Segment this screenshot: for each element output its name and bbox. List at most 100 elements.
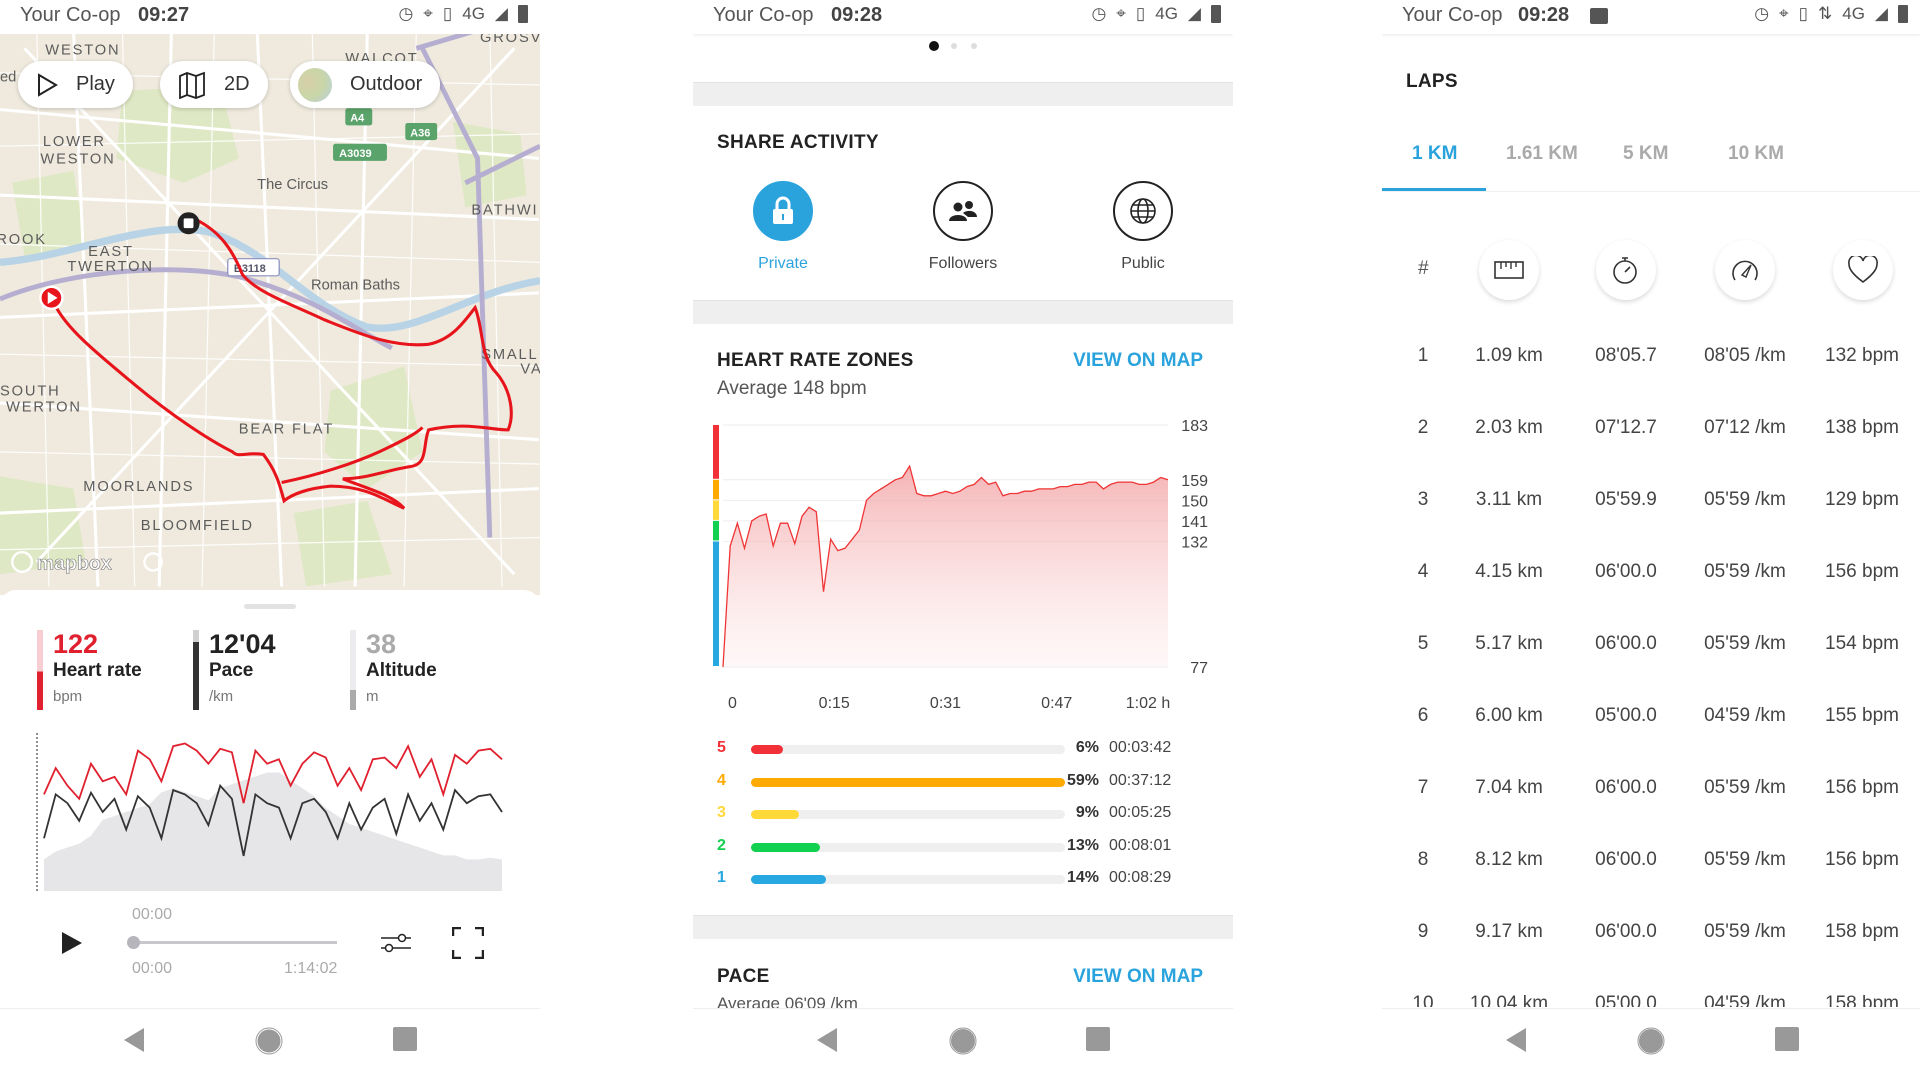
zone-bar-fill	[751, 777, 1065, 787]
laps-table: 1 1.09 km 08'05.7 08'05 /km 132 bpm 2 2.03 km 0…	[1382, 0, 1920, 1007]
pace-average: Average 06'09 /km	[717, 994, 858, 1008]
place-label: WESTON	[40, 151, 115, 167]
share-public-option[interactable]: Public	[1083, 181, 1203, 273]
recents-icon[interactable]	[1086, 1027, 1110, 1051]
home-icon[interactable]	[255, 1027, 283, 1055]
section-divider	[693, 82, 1233, 106]
route-map[interactable]: A4 A36 A3039 B3118 WESTON LOWER WESTON T…	[0, 30, 540, 595]
drag-handle[interactable]	[244, 604, 296, 609]
x-tick-label: 1:02 h	[1126, 695, 1170, 712]
stat-unit: m	[366, 688, 379, 705]
clock: 09:28	[831, 4, 883, 26]
activity-summary-screen: Your Co-op 09:28 ◷ ⌖ ▯ 4G ◢ SHARE ACTIVITY P…	[693, 0, 1233, 1080]
playback-slider[interactable]	[132, 941, 337, 944]
lap-cell: 9.17 km	[1475, 921, 1543, 942]
globe-icon	[1130, 198, 1156, 224]
pace-view-on-map-link[interactable]: VIEW ON MAP	[1073, 966, 1203, 988]
activity-map-screen: A4 A36 A3039 B3118 WESTON LOWER WESTON T…	[0, 0, 540, 1080]
network-type: 4G	[462, 4, 485, 23]
zone-number: 4	[717, 771, 726, 789]
x-tick-label: 0	[728, 695, 737, 712]
stat-label: Pace	[209, 660, 254, 681]
lap-cell: 05'59 /km	[1704, 561, 1786, 582]
lap-cell: 05'59 /km	[1704, 489, 1786, 510]
view-label: 2D	[224, 73, 250, 95]
lap-cell: 10	[1412, 993, 1434, 1007]
stat-label: Heart rate	[53, 660, 142, 681]
zone-row-1: 1 14% 00:08:29	[717, 867, 1217, 891]
android-nav-bar	[693, 1008, 1233, 1080]
zone-duration: 00:03:42	[1109, 739, 1172, 756]
hr-average: Average 148 bpm	[717, 378, 867, 399]
stat-altitude[interactable]: 38 Altitude m	[350, 630, 437, 710]
recents-icon[interactable]	[393, 1027, 417, 1051]
place-label: ROOK	[0, 232, 47, 248]
zone-percent: 14%	[1066, 869, 1099, 886]
lap-cell: 155 bpm	[1825, 705, 1899, 726]
hr-view-on-map-link[interactable]: VIEW ON MAP	[1073, 350, 1203, 372]
back-icon[interactable]	[1504, 1027, 1528, 1053]
share-private-option[interactable]: Private	[723, 181, 843, 273]
stat-heart-rate[interactable]: 122 Heart rate bpm	[37, 630, 142, 710]
battery-icon	[518, 5, 528, 23]
lap-cell: 05'00.0	[1595, 705, 1657, 726]
location-icon: ⌖	[1116, 4, 1126, 23]
lap-cell: 132 bpm	[1825, 345, 1899, 366]
zone-bar-track	[751, 810, 1065, 819]
page-indicator[interactable]	[693, 40, 1233, 52]
lap-cell: 06'00.0	[1595, 777, 1657, 798]
lap-cell: 6.00 km	[1475, 705, 1543, 726]
page-dot[interactable]	[971, 43, 977, 49]
place-label: VA	[520, 362, 540, 378]
zone-row-3: 3 9% 00:05:25	[717, 802, 1217, 826]
fullscreen-icon[interactable]	[452, 927, 484, 959]
zone-band-5	[713, 425, 719, 479]
activity-graph[interactable]	[36, 733, 504, 891]
lap-cell: 5	[1417, 633, 1429, 654]
end-time: 1:14:02	[284, 960, 338, 977]
lap-cell: 8	[1417, 849, 1429, 870]
lap-cell: 156 bpm	[1825, 777, 1899, 798]
lap-cell: 06'00.0	[1595, 921, 1657, 942]
map-view-button[interactable]: 2D	[160, 61, 268, 108]
zone-duration: 00:08:29	[1109, 869, 1172, 886]
play-icon[interactable]	[60, 930, 84, 956]
lap-cell: 4	[1417, 561, 1429, 582]
lap-cell: 129 bpm	[1825, 489, 1899, 510]
alarm-icon: ◷	[1091, 4, 1107, 23]
slider-handle[interactable]	[127, 936, 140, 949]
lap-cell: 06'00.0	[1595, 849, 1657, 870]
place-label: MOORLANDS	[83, 479, 194, 495]
share-option-label: Public	[1121, 255, 1165, 272]
zone-number: 3	[717, 804, 726, 821]
zone-duration: 00:08:01	[1109, 836, 1172, 854]
home-icon[interactable]	[949, 1027, 977, 1055]
share-activity-title: SHARE ACTIVITY	[717, 132, 879, 153]
signal-icon: ◢	[494, 4, 508, 23]
sliders-icon[interactable]	[380, 930, 412, 956]
lap-cell: 158 bpm	[1825, 921, 1899, 942]
start-time: 00:00	[132, 960, 173, 977]
heart-rate-chart[interactable]: 183 159 150 141 132 77 0 0:15 0:31 0:47 1:02 h	[693, 410, 1233, 720]
lap-cell: 06'00.0	[1595, 561, 1657, 582]
zone-bar-track	[751, 842, 1065, 852]
stat-pace[interactable]: 12'04 Pace /km	[193, 630, 276, 710]
play-label: Play	[76, 73, 115, 95]
page-dot[interactable]	[951, 43, 957, 49]
back-icon[interactable]	[122, 1027, 146, 1053]
lap-cell: 04'59 /km	[1704, 993, 1786, 1007]
lap-cell: 04'59 /km	[1704, 705, 1786, 726]
back-icon[interactable]	[815, 1027, 839, 1053]
lap-cell: 05'59 /km	[1704, 849, 1786, 870]
map-style-button[interactable]: Outdoor	[290, 61, 441, 108]
road-label: A3039	[339, 148, 371, 160]
share-followers-option[interactable]: Followers	[903, 181, 1023, 273]
lap-cell: 158 bpm	[1825, 993, 1899, 1007]
play-button[interactable]: Play	[18, 61, 133, 108]
recents-icon[interactable]	[1775, 1027, 1799, 1051]
page-dot-active[interactable]	[929, 41, 939, 51]
heart-rate-zones-title: HEART RATE ZONES	[717, 350, 914, 371]
location-icon: ⌖	[423, 4, 433, 23]
place-label: SOUTH	[0, 384, 61, 400]
home-icon[interactable]	[1637, 1027, 1665, 1055]
